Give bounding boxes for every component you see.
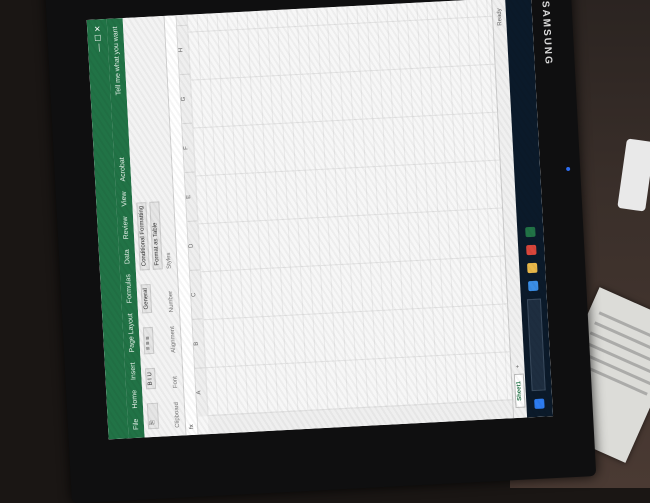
tab-view[interactable]: View [120, 191, 128, 206]
ribbon-group-alignment: ≡ ≡ ≡ Alignment [142, 326, 177, 355]
ribbon-group-number: General Number [140, 283, 175, 314]
excel-taskbar-icon[interactable] [525, 226, 536, 238]
monitor-bezel: SAMSUNG — ☐ ✕ File Home Insert Page Layo… [44, 0, 597, 503]
taskbar-search-box[interactable] [526, 298, 546, 392]
power-led-icon [566, 166, 571, 172]
add-sheet-button[interactable]: + [515, 364, 521, 368]
tab-insert[interactable]: Insert [129, 362, 137, 380]
ribbon-group-font: B I U Font [144, 367, 179, 390]
tab-data[interactable]: Data [123, 249, 131, 264]
chrome-icon[interactable] [526, 244, 537, 256]
tab-review[interactable]: Review [122, 216, 130, 239]
window-controls-icon[interactable]: — ☐ ✕ [92, 25, 102, 52]
ribbon-group-clipboard: ⎘ Clipboard [146, 402, 181, 430]
number-format-select[interactable]: General [140, 283, 153, 314]
paste-button[interactable]: ⎘ [146, 403, 160, 430]
status-ready: Ready [496, 8, 504, 26]
tab-page-layout[interactable]: Page Layout [127, 313, 136, 353]
folder-icon[interactable] [527, 262, 538, 274]
sheet-tab-sheet1[interactable]: Sheet1 [513, 373, 526, 409]
format-as-table-button[interactable]: Format as Table [149, 200, 163, 270]
ribbon-group-styles: Conditional Formatting Format as Table S… [136, 200, 173, 271]
tab-file[interactable]: File [132, 418, 140, 430]
fx-icon: fx [188, 424, 195, 430]
align-button[interactable]: ≡ ≡ ≡ [142, 327, 155, 355]
excel-window: — ☐ ✕ File Home Insert Page Layout Formu… [86, 0, 554, 440]
monitor-brand-logo: SAMSUNG [539, 0, 554, 67]
bold-button[interactable]: B I U [144, 367, 157, 390]
conditional-formatting-button[interactable]: Conditional Formatting [136, 201, 150, 271]
edge-icon[interactable] [527, 280, 539, 292]
tab-acrobat[interactable]: Acrobat [118, 157, 126, 181]
tab-home[interactable]: Home [131, 390, 139, 409]
monitor-screen: — ☐ ✕ File Home Insert Page Layout Formu… [86, 0, 554, 440]
tab-formulas[interactable]: Formulas [125, 274, 134, 304]
spreadsheet-grid[interactable] [186, 0, 513, 417]
windows-start-icon[interactable] [534, 398, 545, 410]
tell-me-search[interactable]: Tell me what you want [112, 26, 123, 95]
